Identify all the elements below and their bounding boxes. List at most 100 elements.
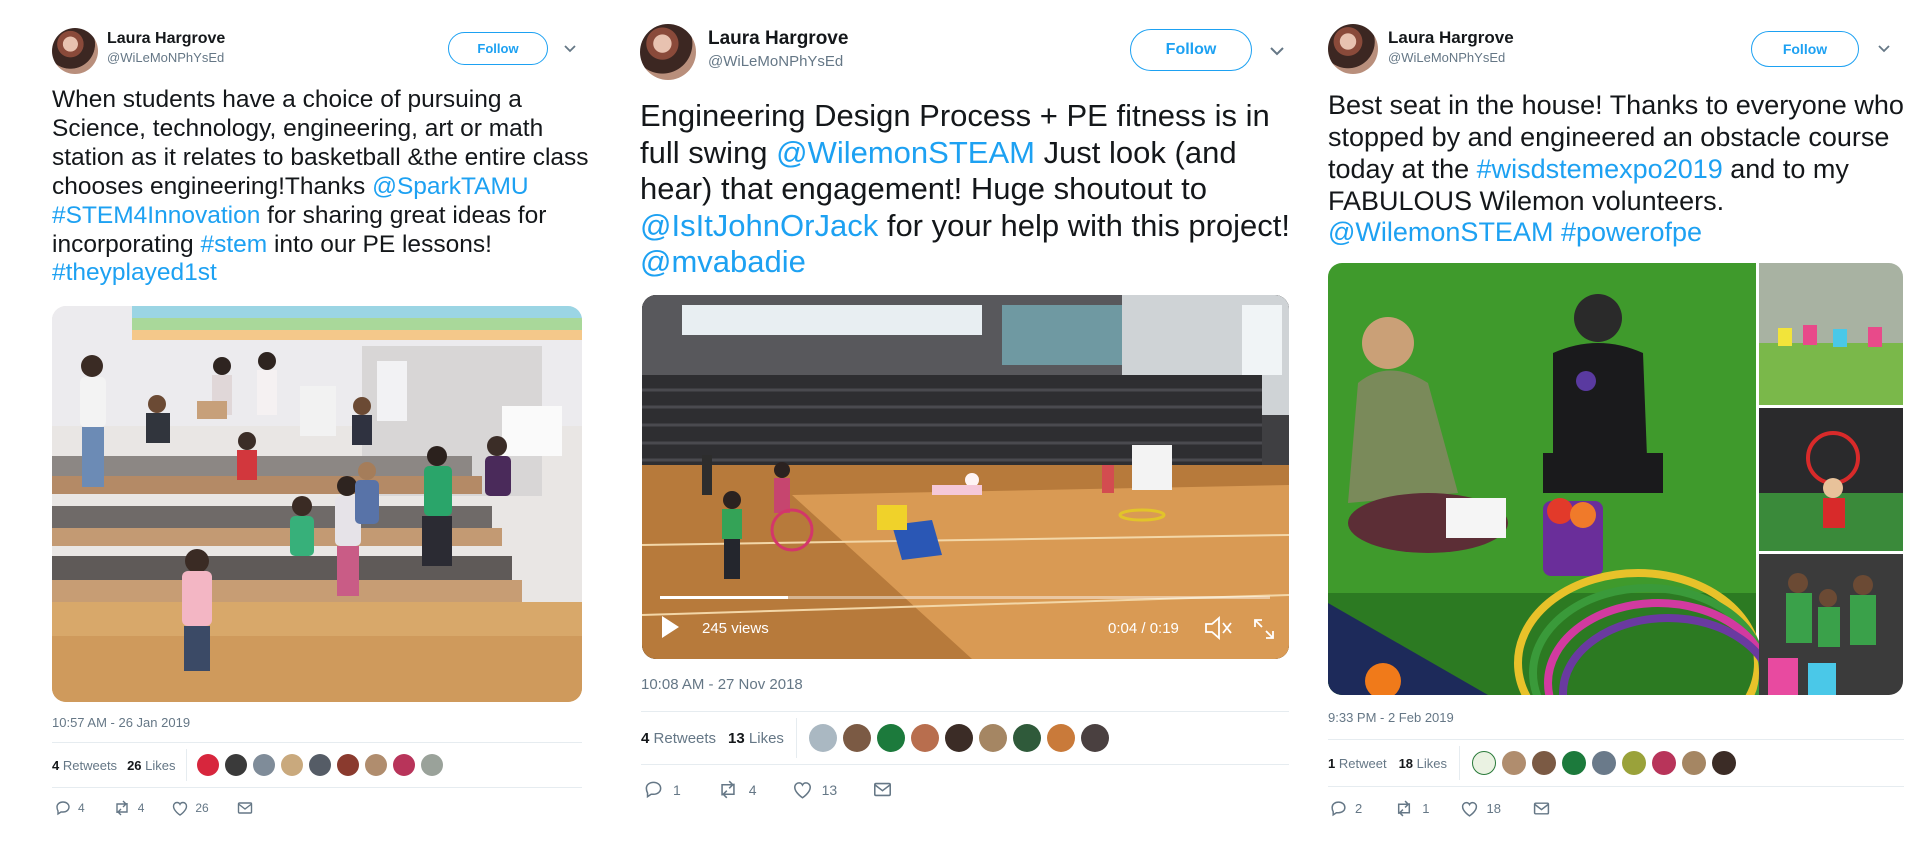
divider bbox=[185, 749, 187, 781]
author-handle: @WiLeMoNPhYsEd bbox=[1388, 50, 1506, 65]
like-button[interactable]: 18 bbox=[1461, 801, 1501, 817]
reply-icon bbox=[645, 781, 662, 799]
mute-button[interactable] bbox=[1204, 615, 1234, 646]
avatar[interactable] bbox=[1328, 24, 1378, 74]
reply-count: 4 bbox=[78, 801, 85, 815]
tweet-timestamp[interactable]: 10:57 AM - 26 Jan 2019 bbox=[52, 715, 190, 730]
liker-avatar[interactable] bbox=[1502, 751, 1527, 775]
liker-avatar[interactable] bbox=[1682, 751, 1707, 775]
liker-avatar[interactable] bbox=[944, 724, 973, 752]
video-progress-track[interactable] bbox=[660, 596, 1270, 599]
liker-avatar[interactable] bbox=[336, 754, 359, 776]
author-info[interactable]: Laura Hargrove @WiLeMoNPhYsEd bbox=[708, 28, 848, 70]
liker-avatars[interactable] bbox=[196, 754, 449, 776]
engagement-stats: 4 Retweets 13 Likes bbox=[641, 711, 1289, 765]
liker-avatar[interactable] bbox=[1046, 724, 1075, 752]
avatar[interactable] bbox=[640, 24, 696, 80]
tweet-image[interactable] bbox=[52, 306, 582, 702]
engagement-stats: 1 Retweet 18 Likes bbox=[1328, 739, 1904, 787]
tweet-text: Best seat in the house! Thanks to everyo… bbox=[1328, 90, 1908, 249]
liker-avatar[interactable] bbox=[280, 754, 303, 776]
retweet-button[interactable]: 1 bbox=[1394, 800, 1429, 817]
follow-button[interactable]: Follow bbox=[448, 32, 548, 65]
liker-avatar[interactable] bbox=[1652, 751, 1677, 775]
retweet-action-count: 4 bbox=[137, 801, 145, 815]
liker-avatars[interactable] bbox=[808, 724, 1115, 752]
liker-avatar[interactable] bbox=[876, 724, 905, 752]
liker-avatar[interactable] bbox=[196, 754, 219, 776]
reply-button[interactable]: 1 bbox=[644, 780, 681, 799]
reply-count: 2 bbox=[1355, 801, 1363, 816]
liker-avatar[interactable] bbox=[1562, 751, 1587, 775]
message-button[interactable] bbox=[873, 781, 892, 798]
envelope-icon bbox=[237, 802, 252, 814]
mention-link[interactable]: @SparkTAMU bbox=[372, 173, 528, 200]
liker-avatar[interactable] bbox=[1532, 751, 1557, 775]
reply-icon bbox=[56, 801, 70, 816]
author-handle: @WiLeMoNPhYsEd bbox=[107, 50, 225, 65]
play-button[interactable] bbox=[660, 615, 680, 644]
author-info[interactable]: Laura Hargrove @WiLeMoNPhYsEd bbox=[107, 30, 225, 65]
like-count[interactable]: 18 Likes bbox=[1399, 756, 1447, 771]
like-action-count: 13 bbox=[821, 781, 838, 798]
video-progress-fill bbox=[660, 596, 789, 599]
retweet-count[interactable]: 1 Retweet bbox=[1328, 756, 1387, 771]
liker-avatar[interactable] bbox=[842, 724, 871, 752]
reply-button[interactable]: 4 bbox=[55, 800, 85, 816]
tweet-actions: 2 1 18 bbox=[1330, 800, 1550, 817]
author-name[interactable]: Laura Hargrove bbox=[708, 28, 848, 50]
avatar[interactable] bbox=[52, 28, 98, 74]
mention-link[interactable]: @IsItJohnOrJack bbox=[640, 208, 878, 243]
liker-avatar[interactable] bbox=[364, 754, 387, 776]
liker-avatar[interactable] bbox=[1080, 724, 1109, 752]
liker-avatars[interactable] bbox=[1472, 751, 1742, 775]
tweet-timestamp[interactable]: 10:08 AM - 27 Nov 2018 bbox=[641, 676, 803, 693]
liker-avatar[interactable] bbox=[308, 754, 331, 776]
hashtag-link[interactable]: #STEM4Innovation bbox=[52, 202, 260, 229]
reply-count: 1 bbox=[673, 781, 681, 798]
liker-avatar[interactable] bbox=[252, 754, 275, 776]
hashtag-link[interactable]: #stem bbox=[200, 231, 267, 258]
liker-avatar[interactable] bbox=[1012, 724, 1041, 752]
liker-avatar[interactable] bbox=[808, 724, 837, 752]
liker-avatar[interactable] bbox=[910, 724, 939, 752]
author-handle: @WiLeMoNPhYsEd bbox=[708, 53, 844, 70]
message-button[interactable] bbox=[1533, 801, 1550, 816]
retweet-action-count: 4 bbox=[748, 781, 757, 798]
follow-button[interactable]: Follow bbox=[1751, 31, 1859, 67]
liker-avatar[interactable] bbox=[420, 754, 443, 776]
liker-avatar[interactable] bbox=[1592, 751, 1617, 775]
tweet-timestamp[interactable]: 9:33 PM - 2 Feb 2019 bbox=[1328, 710, 1454, 725]
liker-avatar[interactable] bbox=[392, 754, 415, 776]
liker-avatar[interactable] bbox=[978, 724, 1007, 752]
liker-avatar[interactable] bbox=[1622, 751, 1647, 775]
hashtag-link[interactable]: #theyplayed1st bbox=[52, 259, 217, 286]
message-button[interactable] bbox=[237, 801, 253, 815]
liker-avatar[interactable] bbox=[224, 754, 247, 776]
expo-photo-grid[interactable] bbox=[1328, 263, 1903, 695]
like-count[interactable]: 13 Likes bbox=[728, 730, 784, 747]
follow-button[interactable]: Follow bbox=[1130, 29, 1252, 71]
retweet-count[interactable]: 4 Retweets bbox=[641, 730, 716, 747]
retweet-button[interactable]: 4 bbox=[717, 780, 757, 799]
retweet-count[interactable]: 4 Retweets bbox=[52, 758, 117, 773]
envelope-icon bbox=[1533, 802, 1550, 815]
author-name[interactable]: Laura Hargrove bbox=[107, 30, 225, 48]
divider bbox=[1459, 746, 1461, 780]
tweet-video[interactable]: 245 views 0:04 / 0:19 bbox=[642, 295, 1289, 659]
hashtag-link[interactable]: #wisdstemexpo2019 bbox=[1477, 154, 1723, 184]
like-button[interactable]: 13 bbox=[793, 781, 838, 799]
mention-link[interactable]: @WilemonSTEAM bbox=[1328, 217, 1553, 247]
liker-avatar[interactable] bbox=[1712, 751, 1737, 775]
like-count[interactable]: 26 Likes bbox=[127, 758, 175, 773]
fullscreen-button[interactable] bbox=[1252, 617, 1276, 646]
like-button[interactable]: 26 bbox=[172, 801, 209, 816]
author-info[interactable]: Laura Hargrove @WiLeMoNPhYsEd bbox=[1388, 28, 1514, 65]
hashtag-link[interactable]: #powerofpe bbox=[1561, 217, 1702, 247]
reply-button[interactable]: 2 bbox=[1330, 800, 1362, 817]
liker-avatar[interactable] bbox=[1472, 751, 1497, 775]
retweet-button[interactable]: 4 bbox=[113, 800, 145, 816]
mention-link[interactable]: @mvabadie bbox=[640, 244, 806, 279]
author-name[interactable]: Laura Hargrove bbox=[1388, 28, 1514, 48]
mention-link[interactable]: @WilemonSTEAM bbox=[776, 135, 1035, 170]
